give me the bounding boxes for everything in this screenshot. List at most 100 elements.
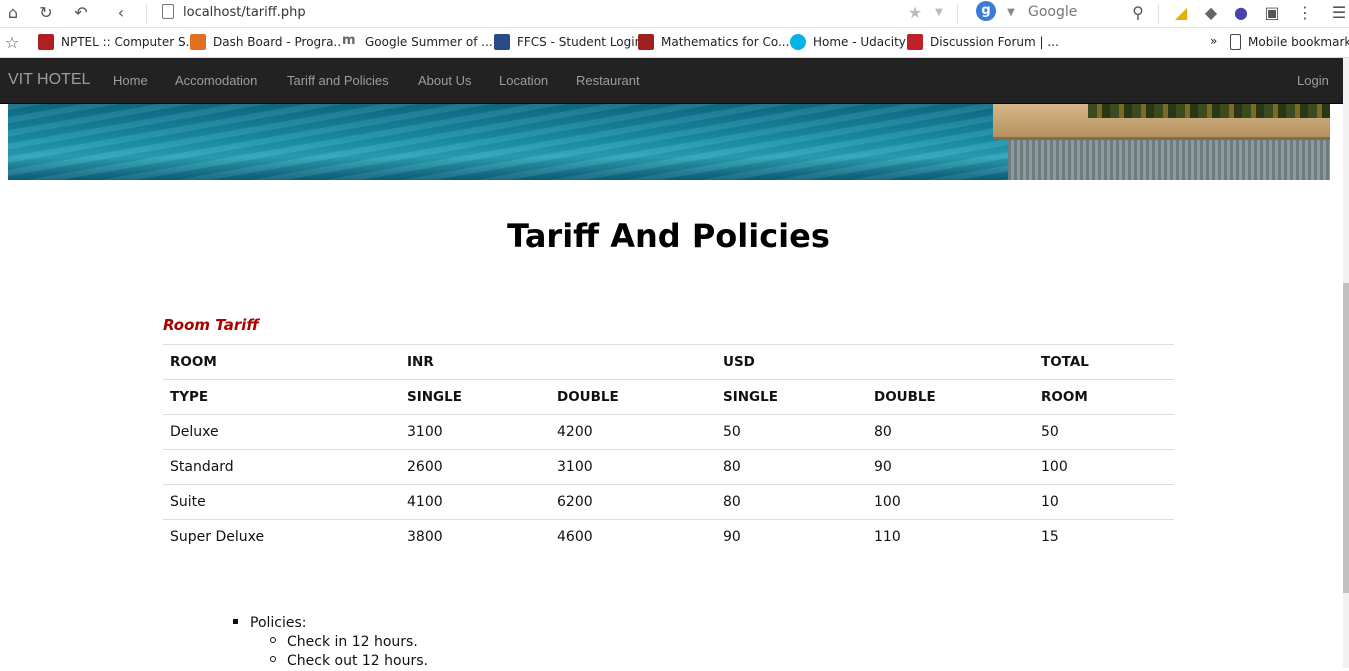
table-cell: 3100 [550,449,716,485]
nav-location[interactable]: Location [499,73,548,88]
table-cell: Deluxe [163,414,400,450]
circle-bullet-icon [270,637,276,643]
chevron-down-icon[interactable]: ▼ [1000,1,1022,23]
table-header-cell: TYPE [163,379,400,415]
table-cell: 4600 [550,519,716,555]
chevron-down-icon[interactable]: ▼ [928,1,950,23]
table-row: Suite 4100 6200 80 100 10 [163,484,1174,520]
policy-text: Check out 12 hours. [287,653,428,669]
browser-address-bar: ⌂ ↻ ↶ ‹ localhost/tariff.php ★ ▼ g ▼ Goo… [0,0,1349,28]
table-cell: 100 [1034,449,1174,485]
policy-text: Check in 12 hours. [287,634,418,650]
foliage [1088,104,1330,118]
divider [1158,4,1159,24]
mobile-bookmarks[interactable]: Mobile bookmark [1230,34,1349,50]
extension-icon[interactable]: ▣ [1261,1,1283,23]
table-row: Super Deluxe 3800 4600 90 110 15 [163,519,1174,555]
table-cell: 100 [867,484,1034,520]
table-cell: 4200 [550,414,716,450]
nav-accomodation[interactable]: Accomodation [175,73,257,88]
table-header-cell [867,344,1034,380]
table-cell: 4100 [400,484,550,520]
bookmark-favicon [638,34,654,50]
table-header-cell: ROOM [163,344,400,380]
table-header-cell: TOTAL [1034,344,1174,380]
extension-icon[interactable]: ◆ [1200,1,1222,23]
bookmark-label: Mathematics for Co... [661,35,790,49]
divider [146,4,147,24]
table-header-cell: INR [400,344,550,380]
table-cell: 2600 [400,449,550,485]
table-cell: 3100 [400,414,550,450]
bookmark-label: FFCS - Student Login [517,35,643,49]
reload-icon[interactable]: ↻ [35,1,57,23]
table-cell: 3800 [400,519,550,555]
extension-icon[interactable]: ◢ [1170,1,1192,23]
table-header-cell: SINGLE [716,379,867,415]
nav-restaurant[interactable]: Restaurant [576,73,640,88]
table-cell: 10 [1034,484,1174,520]
nav-tariff-and-policies[interactable]: Tariff and Policies [287,73,389,88]
list-item: Check in 12 hours. [270,633,428,652]
mobile-icon [1230,34,1241,50]
star-icon[interactable]: ★ [904,1,926,23]
undo-icon[interactable]: ↶ [70,1,92,23]
table-cell: 80 [716,449,867,485]
page-title: Tariff And Policies [507,217,830,255]
back-icon[interactable]: ‹ [110,1,132,23]
table-cell: 50 [716,414,867,450]
nav-about-us[interactable]: About Us [418,73,471,88]
hero-pool-image [8,104,1330,180]
bookmark-label: Discussion Forum | ... [930,35,1059,49]
square-bullet-icon [233,618,238,624]
more-vertical-icon[interactable]: ⋮ [1294,1,1316,23]
search-engine-icon[interactable]: g [976,1,996,21]
pool-tile [1008,140,1330,180]
table-cell: Standard [163,449,400,485]
nav-login[interactable]: Login [1297,73,1329,88]
table-header-cell: ROOM [1034,379,1174,415]
policies-label: Policies: [250,615,307,631]
table-cell: 6200 [550,484,716,520]
tariff-table: ROOM INR USD TOTAL TYPE SINGLE DOUBLE SI… [163,344,1174,555]
bookmark-favicon: m [342,34,358,50]
page-icon [162,4,174,19]
divider [957,4,958,24]
bookmark-favicon [494,34,510,50]
list-item: Check out 12 hours. [270,652,428,671]
policies-list: Policies: Check in 12 hours. Check out 1… [233,614,428,671]
table-header-cell: DOUBLE [867,379,1034,415]
nav-home[interactable]: Home [113,73,148,88]
extension-icon[interactable]: ● [1230,1,1252,23]
page-scrollbar[interactable] [1343,58,1349,668]
bookmark-nptel[interactable]: NPTEL :: Computer S... [38,34,197,50]
bookmark-gsoc[interactable]: m Google Summer of ... [342,34,493,50]
table-cell: 80 [716,484,867,520]
bookmark-dashboard[interactable]: Dash Board - Progra... [190,34,345,50]
table-cell: Suite [163,484,400,520]
bookmark-favicon [907,34,923,50]
list-item: Policies: [233,614,428,633]
home-icon[interactable]: ⌂ [2,1,24,23]
menu-icon[interactable]: ☰ [1328,1,1349,23]
scrollbar-thumb[interactable] [1343,283,1349,593]
url-field[interactable]: localhost/tariff.php [183,5,306,20]
bookmark-discussion-forum[interactable]: Discussion Forum | ... [907,34,1059,50]
bookmark-label: Dash Board - Progra... [213,35,345,49]
star-outline-icon[interactable]: ☆ [1,31,23,53]
bookmark-ffcs[interactable]: FFCS - Student Login [494,34,642,50]
bookmark-label: NPTEL :: Computer S... [61,35,198,49]
bookmark-favicon [190,34,206,50]
table-cell: 90 [867,449,1034,485]
table-header-cell: USD [716,344,867,380]
search-input[interactable]: Google [1028,4,1077,20]
search-icon[interactable]: ⚲ [1127,1,1149,23]
room-tariff-heading: Room Tariff [163,316,259,334]
table-cell: 15 [1034,519,1174,555]
table-header-cell [550,344,716,380]
circle-bullet-icon [270,656,276,662]
bookmark-udacity[interactable]: Home - Udacity [790,34,906,50]
bookmark-mathematics[interactable]: Mathematics for Co... [638,34,789,50]
more-bookmarks-icon[interactable]: » [1210,34,1217,48]
brand-logo[interactable]: VIT HOTEL [8,71,90,89]
